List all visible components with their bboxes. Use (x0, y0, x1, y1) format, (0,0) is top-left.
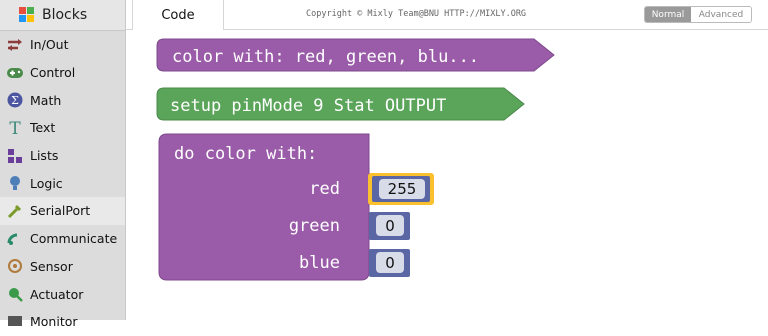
blocks-canvas: color with: red, green, blu... setup pin… (156, 38, 555, 281)
sidebar-item-communicate[interactable]: Communicate (0, 225, 125, 253)
gamepad-icon (6, 64, 24, 82)
red-label: red (309, 179, 340, 199)
sidebar-item-lists[interactable]: Lists (0, 142, 125, 170)
math-icon: Σ (6, 91, 24, 109)
sidebar-item-label: In/Out (30, 37, 69, 53)
red-value[interactable]: 255 (388, 180, 417, 198)
copyright-text: Copyright © Mixly Team@BNU HTTP://MIXLY.… (306, 9, 527, 19)
sidebar-item-text[interactable]: T Text (0, 114, 125, 142)
tab-code[interactable]: Code (132, 0, 224, 30)
sidebar-item-label: Sensor (30, 258, 73, 274)
sidebar-item-label: SerialPort (30, 203, 91, 219)
blue-label: blue (299, 253, 340, 273)
sidebar-item-actuator[interactable]: Actuator (0, 280, 125, 308)
blocks-workspace[interactable]: color with: red, green, blu... setup pin… (126, 30, 768, 320)
sidebar-item-label: Monitor (30, 314, 78, 330)
sidebar-header: Blocks (0, 0, 125, 31)
satellite-icon (6, 230, 24, 248)
sidebar-item-label: Lists (30, 148, 59, 164)
sidebar-item-sensor[interactable]: Sensor (0, 253, 125, 281)
bulb-icon (6, 174, 24, 192)
blocks-logo-icon (18, 6, 36, 24)
sidebar-item-serial-port[interactable]: SerialPort (0, 197, 125, 225)
sidebar-item-logic[interactable]: Logic (0, 169, 125, 197)
text-icon: T (6, 119, 24, 137)
actuator-icon (6, 285, 24, 303)
svg-text:Σ: Σ (11, 94, 19, 107)
in-out-icon (6, 36, 24, 54)
mode-advanced-button[interactable]: Advanced (691, 7, 751, 22)
green-value[interactable]: 0 (385, 217, 395, 235)
color-with-block[interactable]: color with: red, green, blu... (156, 38, 555, 72)
blocks-sidebar: Blocks In/Out Control Σ Math T Text List… (0, 0, 126, 329)
sidebar-item-math[interactable]: Σ Math (0, 86, 125, 114)
green-value-block[interactable]: 0 (369, 212, 410, 240)
mode-toggle: Normal Advanced (644, 6, 752, 23)
sidebar-item-label: Control (30, 65, 76, 81)
monitor-icon (6, 313, 24, 331)
green-label: green (289, 216, 340, 236)
setup-pinmode-label: setup pinMode 9 Stat OUTPUT (170, 96, 446, 116)
sidebar-item-label: Text (30, 120, 56, 136)
do-color-with-block[interactable]: do color with: red green blue (158, 133, 370, 281)
sidebar-item-control[interactable]: Control (0, 59, 125, 87)
sensor-icon (6, 257, 24, 275)
red-value-block[interactable]: 255 (368, 173, 434, 205)
sidebar-item-in-out[interactable]: In/Out (0, 31, 125, 59)
lists-icon (6, 147, 24, 165)
sidebar-item-label: Math (30, 92, 62, 108)
sidebar-item-label: Communicate (30, 231, 118, 247)
blue-value-block[interactable]: 0 (369, 249, 410, 277)
svg-text:T: T (9, 120, 21, 136)
color-with-label: color with: red, green, blu... (172, 47, 479, 67)
serial-port-icon (6, 202, 24, 220)
setup-pinmode-block[interactable]: setup pinMode 9 Stat OUTPUT (156, 87, 525, 121)
mode-normal-button[interactable]: Normal (645, 7, 691, 22)
sidebar-item-label: Logic (30, 175, 63, 191)
sidebar-item-monitor[interactable]: Monitor (0, 308, 125, 336)
blue-value[interactable]: 0 (385, 254, 395, 272)
do-color-with-title: do color with: (174, 144, 317, 164)
sidebar-title: Blocks (42, 7, 88, 23)
top-bar: Code Copyright © Mixly Team@BNU HTTP://M… (126, 0, 768, 30)
sidebar-item-label: Actuator (30, 286, 84, 302)
